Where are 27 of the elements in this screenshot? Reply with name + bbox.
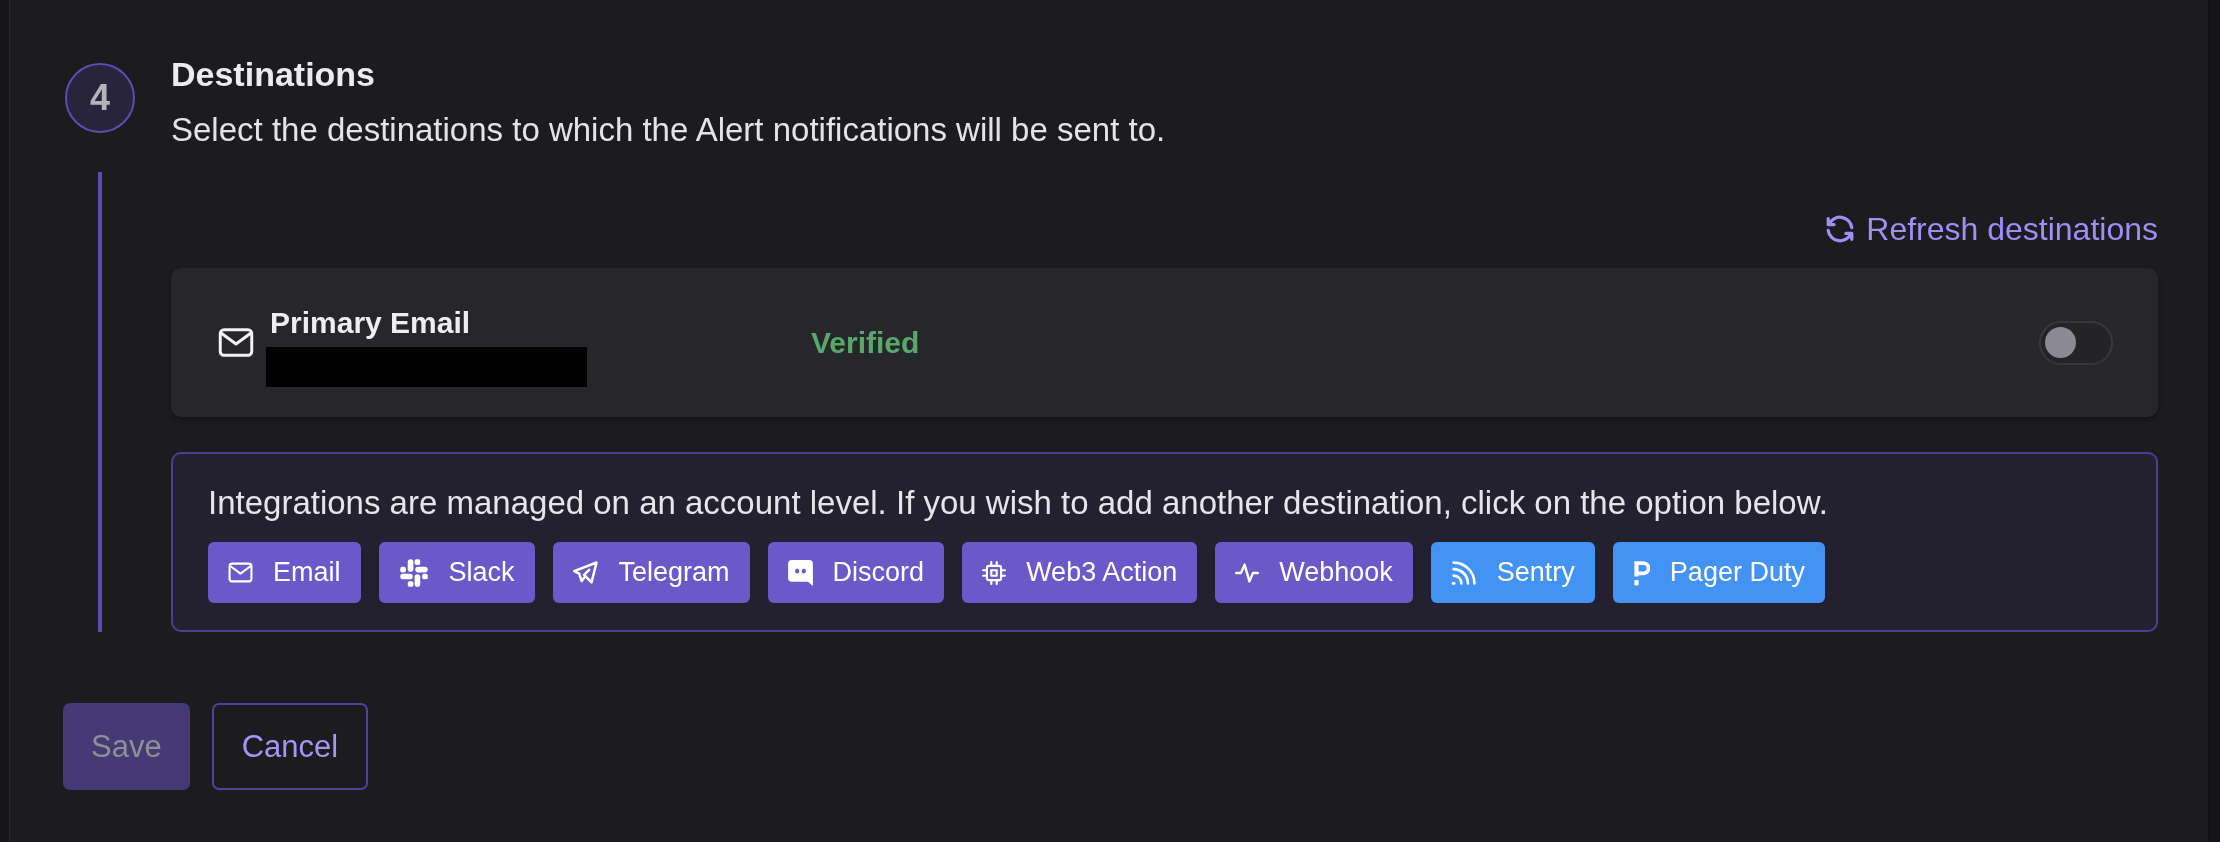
- cancel-button[interactable]: Cancel: [211, 703, 369, 790]
- integration-button[interactable]: Sentry: [1430, 542, 1595, 603]
- pagerduty-logo-icon: [1632, 559, 1650, 586]
- toggle-switch[interactable]: [2039, 320, 2113, 365]
- section-title: Destinations: [171, 54, 377, 94]
- envelope-icon: [218, 327, 254, 358]
- sentry-logo-icon: [1450, 560, 1477, 585]
- integration-button[interactable]: Telegram: [552, 542, 750, 603]
- slack-logo-icon: [398, 557, 429, 588]
- pulse-line-icon: [1235, 562, 1260, 583]
- step-number-badge: 4: [65, 63, 135, 133]
- integration-button[interactable]: Pager Duty: [1612, 542, 1825, 603]
- chip-icon: [982, 560, 1007, 585]
- integration-button[interactable]: Webhook: [1215, 542, 1413, 603]
- refresh-icon: [1826, 215, 1855, 243]
- verification-status: Verified: [811, 324, 920, 361]
- integration-button[interactable]: Slack: [378, 542, 535, 603]
- integrations-note: Integrations are managed on an account level. If you wish to add another destination, click on the option below.: [208, 483, 1829, 523]
- refresh-link[interactable]: Refresh destinations: [1826, 209, 2158, 249]
- integration-button[interactable]: Web3 Action: [962, 542, 1198, 603]
- paper-plane-icon: [572, 560, 599, 585]
- destination-name: Primary Email: [270, 305, 471, 341]
- discord-logo-icon: [787, 559, 813, 586]
- integration-button[interactable]: Discord: [767, 542, 945, 603]
- envelope-icon: [228, 562, 253, 583]
- integration-button[interactable]: Email: [208, 542, 361, 603]
- section-description: Select the destinations to which the Alert notifications will be sent to.: [171, 110, 1167, 150]
